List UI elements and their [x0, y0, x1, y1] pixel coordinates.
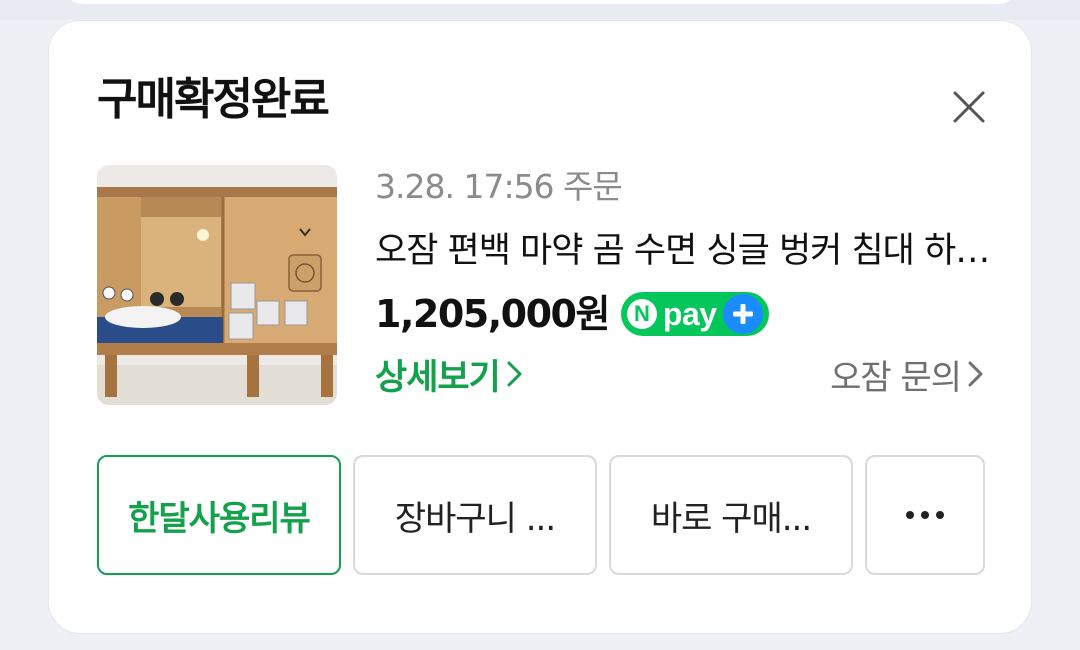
view-details-link[interactable]: 상세보기 — [375, 355, 524, 401]
npay-plus-badge: N pay — [620, 292, 769, 336]
npay-word: pay — [662, 296, 717, 332]
view-details-label: 상세보기 — [375, 358, 501, 398]
product-thumbnail[interactable] — [97, 165, 337, 405]
previous-card-edge — [62, 0, 1020, 4]
order-status-title: 구매확정완료 — [97, 74, 330, 125]
plus-icon — [722, 294, 763, 334]
seller-inquiry-label: 오잠 문의 — [830, 358, 962, 398]
buy-now-button[interactable]: 바로 구매... — [609, 455, 853, 575]
chevron-right-icon — [506, 356, 524, 400]
order-card: 구매확정완료 3.28. 17:56 주문 오잠 편백 마약 곰 수면 싱글 벙… — [48, 20, 1032, 634]
chevron-right-icon — [967, 356, 985, 400]
add-to-cart-button[interactable]: 장바구니 ... — [353, 455, 597, 575]
price-row: 1,205,000원 N pay — [375, 289, 769, 339]
seller-inquiry-link[interactable]: 오잠 문의 — [830, 355, 985, 401]
npay-n-icon: N — [626, 299, 657, 329]
product-name[interactable]: 오잠 편백 마약 곰 수면 싱글 벙커 침대 하우스 — [375, 229, 991, 273]
monthly-review-button[interactable]: 한달사용리뷰 — [97, 455, 341, 575]
bunker-bed-image — [97, 165, 337, 405]
order-date: 3.28. 17:56 주문 — [375, 167, 623, 206]
product-price: 1,205,000원 — [375, 292, 610, 336]
more-options-button[interactable] — [865, 455, 985, 575]
close-button[interactable] — [945, 83, 993, 131]
more-dots-icon — [906, 511, 944, 519]
close-icon — [953, 91, 985, 123]
